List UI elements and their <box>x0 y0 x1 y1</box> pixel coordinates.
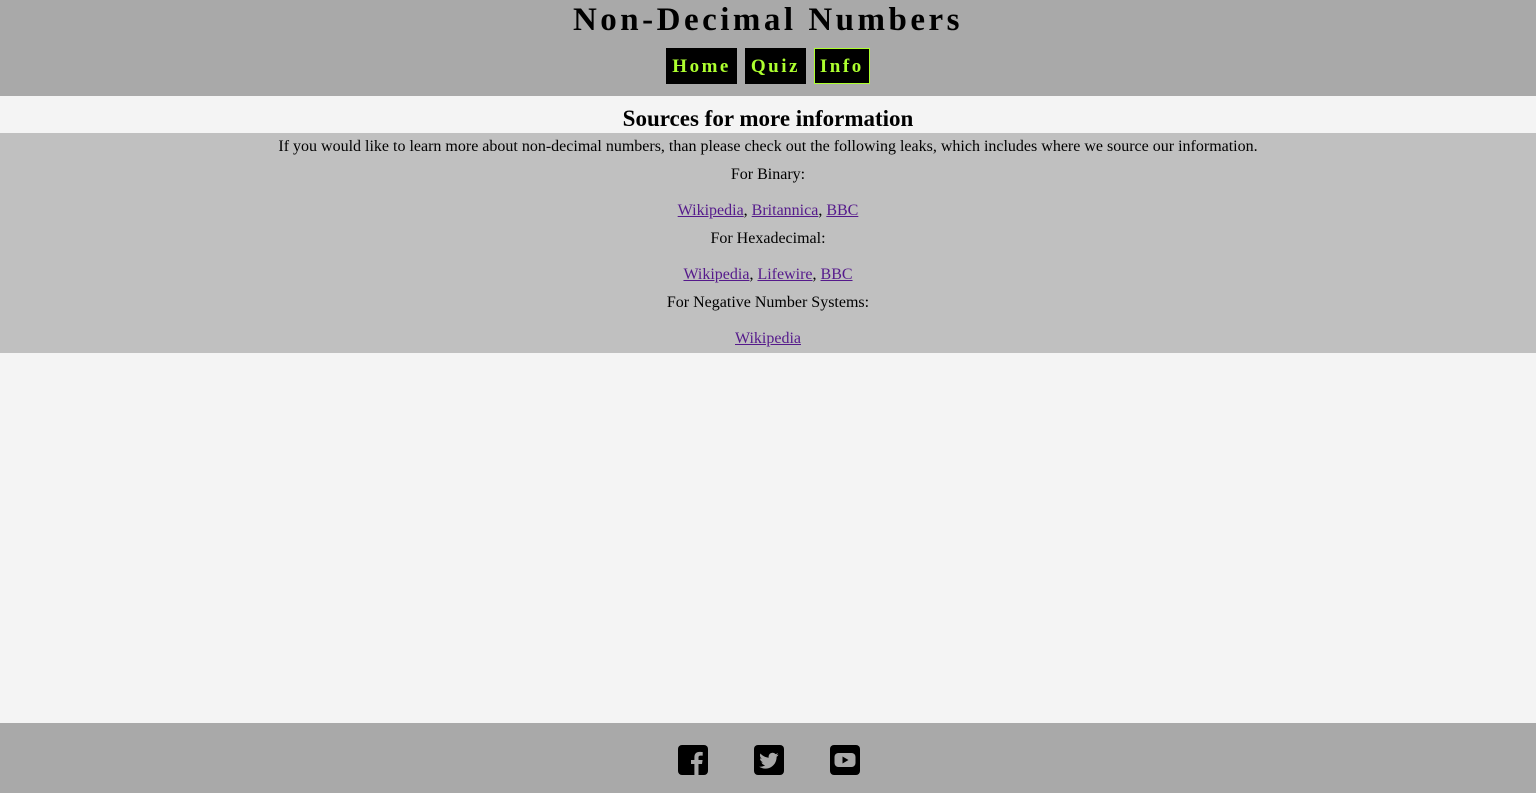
negative-wikipedia-link[interactable]: Wikipedia <box>735 330 801 347</box>
site-footer <box>0 723 1536 793</box>
site-header: Non-Decimal Numbers Home Quiz Info <box>0 0 1536 96</box>
hex-lifewire-link[interactable]: Lifewire <box>757 266 812 283</box>
twitter-icon[interactable] <box>754 745 784 775</box>
negative-links: Wikipedia <box>0 329 1536 349</box>
intro-text: If you would like to learn more about no… <box>278 138 1258 155</box>
negative-label: For Negative Number Systems: <box>666 294 870 311</box>
binary-britannica-link[interactable]: Britannica <box>752 202 819 219</box>
binary-links: Wikipedia, Britannica, BBC <box>0 201 1536 221</box>
binary-label: For Binary: <box>730 166 806 183</box>
nav-quiz-button[interactable]: Quiz <box>744 48 806 84</box>
link-separator: , <box>743 202 748 219</box>
hexadecimal-links: Wikipedia, Lifewire, BBC <box>0 265 1536 285</box>
link-separator: , <box>818 202 823 219</box>
sources-panel: If you would like to learn more about no… <box>0 133 1536 353</box>
nav-home-button[interactable]: Home <box>666 48 737 84</box>
binary-bbc-link[interactable]: BBC <box>826 202 858 219</box>
page: Non-Decimal Numbers Home Quiz Info Sourc… <box>0 0 1536 793</box>
link-separator: , <box>749 266 754 283</box>
link-separator: , <box>812 266 817 283</box>
youtube-icon[interactable] <box>830 745 860 775</box>
hex-bbc-link[interactable]: BBC <box>821 266 853 283</box>
site-title: Non-Decimal Numbers <box>572 2 964 38</box>
binary-wikipedia-link[interactable]: Wikipedia <box>678 202 744 219</box>
nav-info-button[interactable]: Info <box>813 48 870 84</box>
hexadecimal-label: For Hexadecimal: <box>710 230 826 247</box>
main-nav: Home Quiz Info <box>0 48 1536 84</box>
facebook-icon[interactable] <box>678 745 708 775</box>
page-heading: Sources for more information <box>622 106 914 131</box>
hex-wikipedia-link[interactable]: Wikipedia <box>683 266 749 283</box>
